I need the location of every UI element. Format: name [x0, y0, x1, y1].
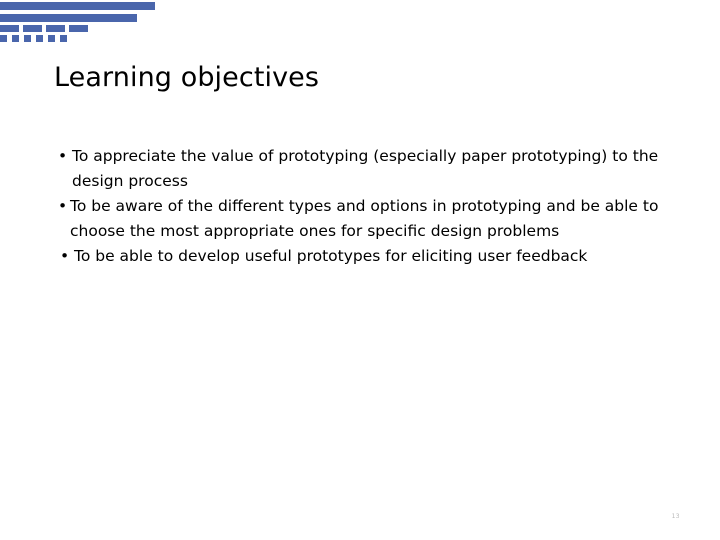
objectives-list: • To appreciate the value of prototyping… — [54, 144, 676, 269]
deco-segment — [0, 25, 19, 32]
deco-segment — [0, 14, 137, 22]
deco-row-1 — [0, 2, 155, 10]
list-item-text: To be able to develop useful prototypes … — [74, 247, 587, 265]
deco-segment — [0, 2, 155, 10]
deco-segment — [69, 25, 88, 32]
list-item: • To appreciate the value of prototyping… — [54, 144, 676, 194]
deco-segment — [12, 35, 19, 42]
deco-row-2 — [0, 14, 137, 22]
deco-segment — [23, 25, 42, 32]
deco-segment — [36, 35, 43, 42]
deco-segment — [24, 35, 31, 42]
blue-bar-motif — [0, 0, 200, 46]
slide: Learning objectives • To appreciate the … — [0, 0, 720, 540]
deco-segment — [0, 35, 7, 42]
deco-segment — [48, 35, 55, 42]
bullet-marker: • — [58, 194, 67, 219]
deco-segment — [60, 35, 67, 42]
list-item: • To be aware of the different types and… — [54, 194, 676, 244]
deco-segment — [46, 25, 65, 32]
bullet-marker: • — [60, 244, 69, 269]
list-item: • To be able to develop useful prototype… — [54, 244, 676, 269]
page-number: 13 — [672, 513, 680, 520]
list-item-text: To be aware of the different types and o… — [70, 197, 658, 240]
bullet-marker: • — [58, 144, 67, 169]
page-title: Learning objectives — [54, 62, 319, 94]
deco-row-4 — [0, 35, 72, 42]
deco-row-3 — [0, 25, 92, 32]
list-item-text: To appreciate the value of prototyping (… — [72, 147, 658, 190]
